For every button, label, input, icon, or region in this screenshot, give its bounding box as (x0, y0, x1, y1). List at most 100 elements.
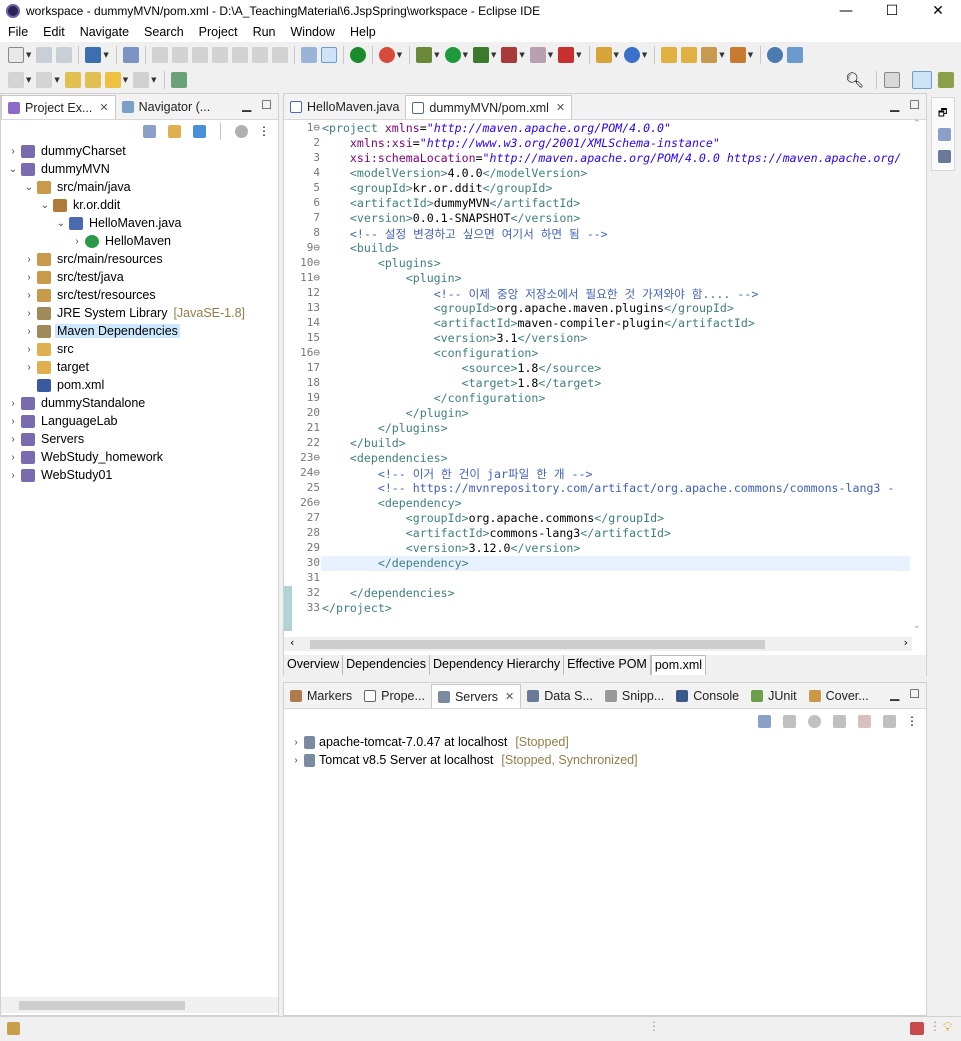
suspend-icon[interactable] (171, 47, 188, 63)
chevron-right-icon[interactable]: › (7, 452, 19, 463)
open-task-icon[interactable] (701, 47, 718, 63)
task-list-icon[interactable] (938, 150, 951, 163)
next-annotation-icon[interactable] (8, 72, 24, 88)
outline-icon[interactable] (938, 128, 951, 141)
menu-project[interactable]: Project (191, 25, 245, 39)
new-java-project-icon[interactable] (595, 47, 612, 63)
code-line[interactable]: </dependency> (322, 556, 469, 570)
tab-console[interactable]: Console (670, 684, 745, 708)
code-line[interactable]: </dependencies> (322, 586, 455, 600)
tree-item[interactable]: › Servers (1, 430, 278, 448)
chevron-right-icon[interactable]: › (23, 344, 35, 355)
code-line[interactable]: <version>3.12.0</version> (322, 541, 581, 555)
search-error-icon[interactable] (378, 47, 395, 63)
tab-pom-xml-source[interactable]: pom.xml (650, 655, 707, 675)
new-icon[interactable] (8, 47, 24, 63)
external-tools-icon[interactable] (558, 47, 575, 63)
restore-icon[interactable]: 🗗︎ (938, 106, 947, 123)
tree-item[interactable]: › LanguageLab (1, 412, 278, 430)
chevron-down-icon[interactable]: ⌄ (55, 218, 67, 229)
chevron-right-icon[interactable]: › (23, 290, 35, 301)
close-icon[interactable]: ✕ (99, 101, 108, 114)
skip-breakpoints-icon[interactable] (122, 47, 139, 63)
close-button[interactable]: ✕ (915, 0, 961, 22)
tab-servers[interactable]: Servers ✕ (430, 684, 522, 708)
chevron-down-icon[interactable]: ⌄ (7, 164, 19, 175)
run-last-tool-icon[interactable] (472, 47, 489, 63)
code-line[interactable]: <groupId>kr.or.ddit</groupId> (322, 181, 552, 195)
code-line[interactable]: <artifactId>maven-compiler-plugin</artif… (322, 316, 755, 330)
code-line[interactable]: <!-- https://mvnrepository.com/artifact/… (322, 481, 895, 495)
tab-pom-xml[interactable]: dummyMVN/pom.xml ✕ (405, 95, 573, 119)
code-line[interactable]: </build> (322, 436, 406, 450)
run-icon[interactable] (444, 47, 461, 63)
open-perspective-icon[interactable] (884, 72, 900, 88)
close-icon[interactable]: ✕ (556, 101, 565, 114)
collapse-all-icon[interactable] (143, 124, 156, 138)
menu-navigate[interactable]: Navigate (72, 25, 136, 39)
disconnect-icon[interactable] (211, 47, 228, 63)
tree-item[interactable]: › src/test/java (1, 268, 278, 286)
tree-item[interactable]: ⌄ kr.or.ddit (1, 196, 278, 214)
step-return-icon[interactable] (271, 47, 288, 63)
chevron-right-icon[interactable]: › (7, 416, 19, 427)
tree-item[interactable]: › JRE System Library [JavaSE-1.8] (1, 304, 278, 322)
collapse-all-icon[interactable] (758, 714, 771, 728)
scroll-down-icon[interactable]: ⌄ (913, 621, 921, 631)
menu-help[interactable]: Help (342, 25, 383, 39)
tab-dependency-hierarchy[interactable]: Dependency Hierarchy (430, 655, 565, 675)
code-line[interactable]: xmlns:xsi="http://www.w3.org/2001/XMLSch… (322, 136, 720, 150)
tab-navigator[interactable]: Navigator (... (116, 95, 217, 119)
coverage-run-icon[interactable] (501, 47, 518, 63)
debug-perspective-icon[interactable] (938, 72, 954, 88)
search-icon-tb[interactable] (729, 47, 746, 63)
forward-icon[interactable] (133, 72, 150, 88)
step-over-icon[interactable] (251, 47, 268, 63)
filter-icon[interactable] (193, 124, 206, 138)
profile-server-icon[interactable] (833, 714, 846, 728)
view-menu-icon[interactable]: ⋮ (258, 124, 270, 138)
code-line[interactable]: <version>3.1</version> (322, 331, 588, 345)
tab-snippets[interactable]: Snipp... (599, 684, 670, 708)
explorer-hscroll-thumb[interactable] (19, 1001, 185, 1010)
code-line[interactable]: </plugin> (322, 406, 469, 420)
save-all-icon[interactable] (56, 47, 73, 63)
chevron-right-icon[interactable]: › (23, 362, 35, 373)
chevron-right-icon[interactable]: › (23, 308, 35, 319)
code-line[interactable]: <source>1.8</source> (322, 361, 602, 375)
debug-server-icon[interactable] (783, 714, 796, 728)
code-line[interactable]: </configuration> (322, 391, 546, 405)
close-icon[interactable]: ✕ (505, 690, 514, 703)
minimize-view-icon[interactable]: ▁ (890, 687, 899, 701)
code-line[interactable]: <modelVersion>4.0.0</modelVersion> (322, 166, 587, 180)
code-line[interactable]: <configuration> (322, 346, 539, 360)
chevron-right-icon[interactable]: › (71, 236, 83, 247)
tree-item[interactable]: › target (1, 358, 278, 376)
code-line[interactable]: <version>0.0.1-SNAPSHOT</version> (322, 211, 580, 225)
new-dropdown-icon[interactable]: ▼ (26, 51, 31, 59)
tree-item[interactable]: › WebStudy01 (1, 466, 278, 484)
code-line[interactable]: <groupId>org.apache.commons</groupId> (322, 511, 664, 525)
tab-properties[interactable]: Prope... (358, 684, 431, 708)
last-edit-location-icon[interactable] (64, 72, 81, 88)
start-server-icon[interactable] (808, 714, 821, 728)
code-line[interactable]: <target>1.8</target> (322, 376, 602, 390)
tree-item[interactable]: › Maven Dependencies (1, 322, 278, 340)
focus-icon[interactable] (235, 124, 248, 138)
tab-dependencies[interactable]: Dependencies (343, 655, 431, 675)
maximize-view-icon[interactable]: ☐ (261, 98, 272, 112)
tab-project-explorer[interactable]: Project Ex... ✕ (1, 95, 116, 119)
use-step-filters-icon[interactable] (320, 47, 337, 63)
editor-vscrollbar[interactable]: ⌃ ⌄ (910, 119, 926, 631)
code-line[interactable]: <artifactId>commons-lang3</artifactId> (322, 526, 671, 540)
stop-server-icon[interactable] (858, 714, 871, 728)
resume-icon[interactable] (151, 47, 168, 63)
tree-item[interactable]: › src/main/resources (1, 250, 278, 268)
editor-hscrollbar[interactable]: ‹ › (284, 636, 912, 651)
chevron-right-icon[interactable]: › (7, 434, 19, 445)
link-with-editor-icon[interactable] (168, 124, 181, 138)
code-line[interactable]: <!-- 이제 중앙 저장소에서 필요한 것 가져와야 함.... --> (322, 286, 759, 302)
previous-annotation-icon[interactable] (36, 72, 53, 88)
save-icon[interactable] (36, 47, 53, 63)
chevron-down-icon[interactable]: ⌄ (23, 182, 35, 193)
